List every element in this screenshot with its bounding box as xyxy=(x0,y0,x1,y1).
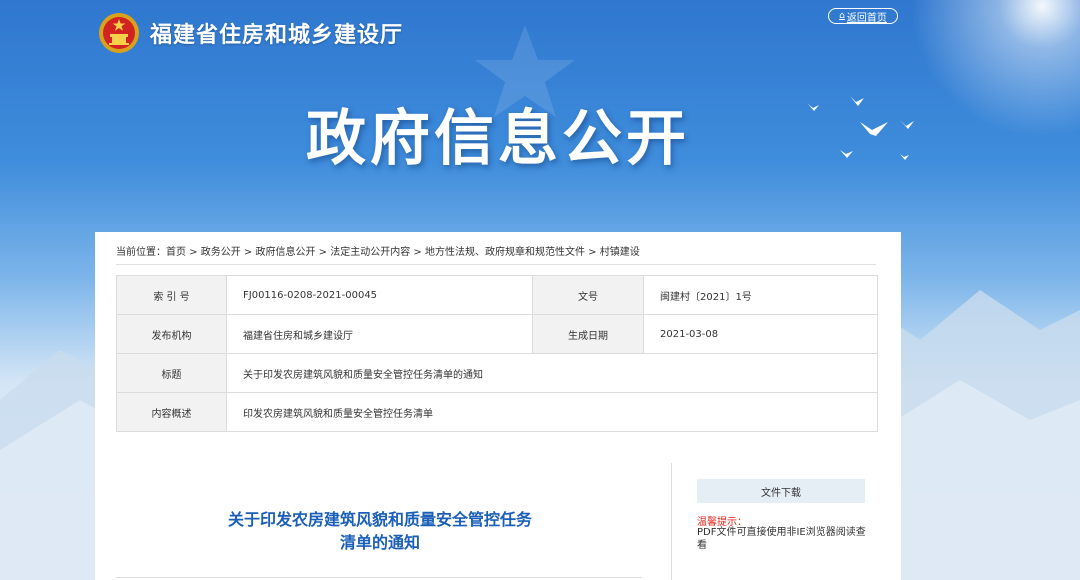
breadcrumb-separator: > xyxy=(186,247,201,258)
tip-text: PDF文件可直接使用非IE浏览器阅读查看 xyxy=(697,527,866,551)
banner-title: 政府信息公开 xyxy=(306,104,690,174)
breadcrumb-item-gov-info[interactable]: 政府信息公开 xyxy=(256,247,316,258)
breadcrumb-separator: > xyxy=(240,247,256,258)
return-home-link[interactable]: ⌂ 返回首页 xyxy=(828,8,898,24)
file-download-button[interactable]: 文件下载 xyxy=(697,479,865,503)
breadcrumb-item-regulations[interactable]: 地方性法规、政府规章和规范性文件 xyxy=(425,247,585,258)
document-info-table: 索 引 号 FJ00116-0208-2021-00045 文号 闽建村〔202… xyxy=(116,275,878,432)
breadcrumb-separator: > xyxy=(410,247,425,258)
table-row: 内容概述 印发农房建筑风貌和质量安全管控任务清单 xyxy=(116,392,878,432)
breadcrumb-prefix: 当前位置： xyxy=(116,247,166,258)
national-emblem-icon xyxy=(99,13,139,53)
breadcrumb: 当前位置：首页 > 政务公开 > 政府信息公开 > 法定主动公开内容 > 地方性… xyxy=(116,243,640,258)
content-divider xyxy=(116,577,642,578)
table-row: 发布机构 福建省住房和城乡建设厅 生成日期 2021-03-08 xyxy=(116,314,878,354)
issuer-label: 发布机构 xyxy=(116,314,227,354)
document-number-label: 文号 xyxy=(532,275,644,315)
site-title: 福建省住房和城乡建设厅 xyxy=(150,23,404,48)
index-number-label: 索 引 号 xyxy=(116,275,227,315)
document-number-value: 闽建村〔2021〕1号 xyxy=(643,275,878,315)
table-row: 标题 关于印发农房建筑风貌和质量安全管控任务清单的通知 xyxy=(116,353,878,393)
index-number-value: FJ00116-0208-2021-00045 xyxy=(226,275,533,315)
date-value: 2021-03-08 xyxy=(643,314,878,354)
document-title: 关于印发农房建筑风貌和质量安全管控任务 清单的通知 xyxy=(170,508,590,554)
doves-decoration xyxy=(808,96,914,160)
return-home-label: 返回首页 xyxy=(846,12,887,24)
document-title-line-2: 清单的通知 xyxy=(339,533,420,552)
sidebar-divider xyxy=(671,463,672,580)
title-value: 关于印发农房建筑风貌和质量安全管控任务清单的通知 xyxy=(226,353,878,393)
breadcrumb-separator: > xyxy=(585,247,600,258)
breadcrumb-divider xyxy=(116,264,876,265)
issuer-value: 福建省住房和城乡建设厅 xyxy=(226,314,533,354)
summary-label: 内容概述 xyxy=(116,392,227,432)
site-header: 福建省住房和城乡建设厅 xyxy=(98,12,403,54)
summary-value: 印发农房建筑风貌和质量安全管控任务清单 xyxy=(226,392,878,432)
table-row: 索 引 号 FJ00116-0208-2021-00045 文号 闽建村〔202… xyxy=(116,275,878,315)
document-title-line-1: 关于印发农房建筑风貌和质量安全管控任务 xyxy=(227,510,532,529)
breadcrumb-separator: > xyxy=(315,247,331,258)
date-label: 生成日期 xyxy=(532,314,644,354)
breadcrumb-item-statutory[interactable]: 法定主动公开内容 xyxy=(330,247,410,258)
title-label: 标题 xyxy=(116,353,227,393)
breadcrumb-item-affairs[interactable]: 政务公开 xyxy=(201,247,241,258)
home-icon: ⌂ xyxy=(839,11,845,21)
breadcrumb-item-home[interactable]: 首页 xyxy=(166,247,186,258)
breadcrumb-item-village[interactable]: 村镇建设 xyxy=(600,247,640,258)
